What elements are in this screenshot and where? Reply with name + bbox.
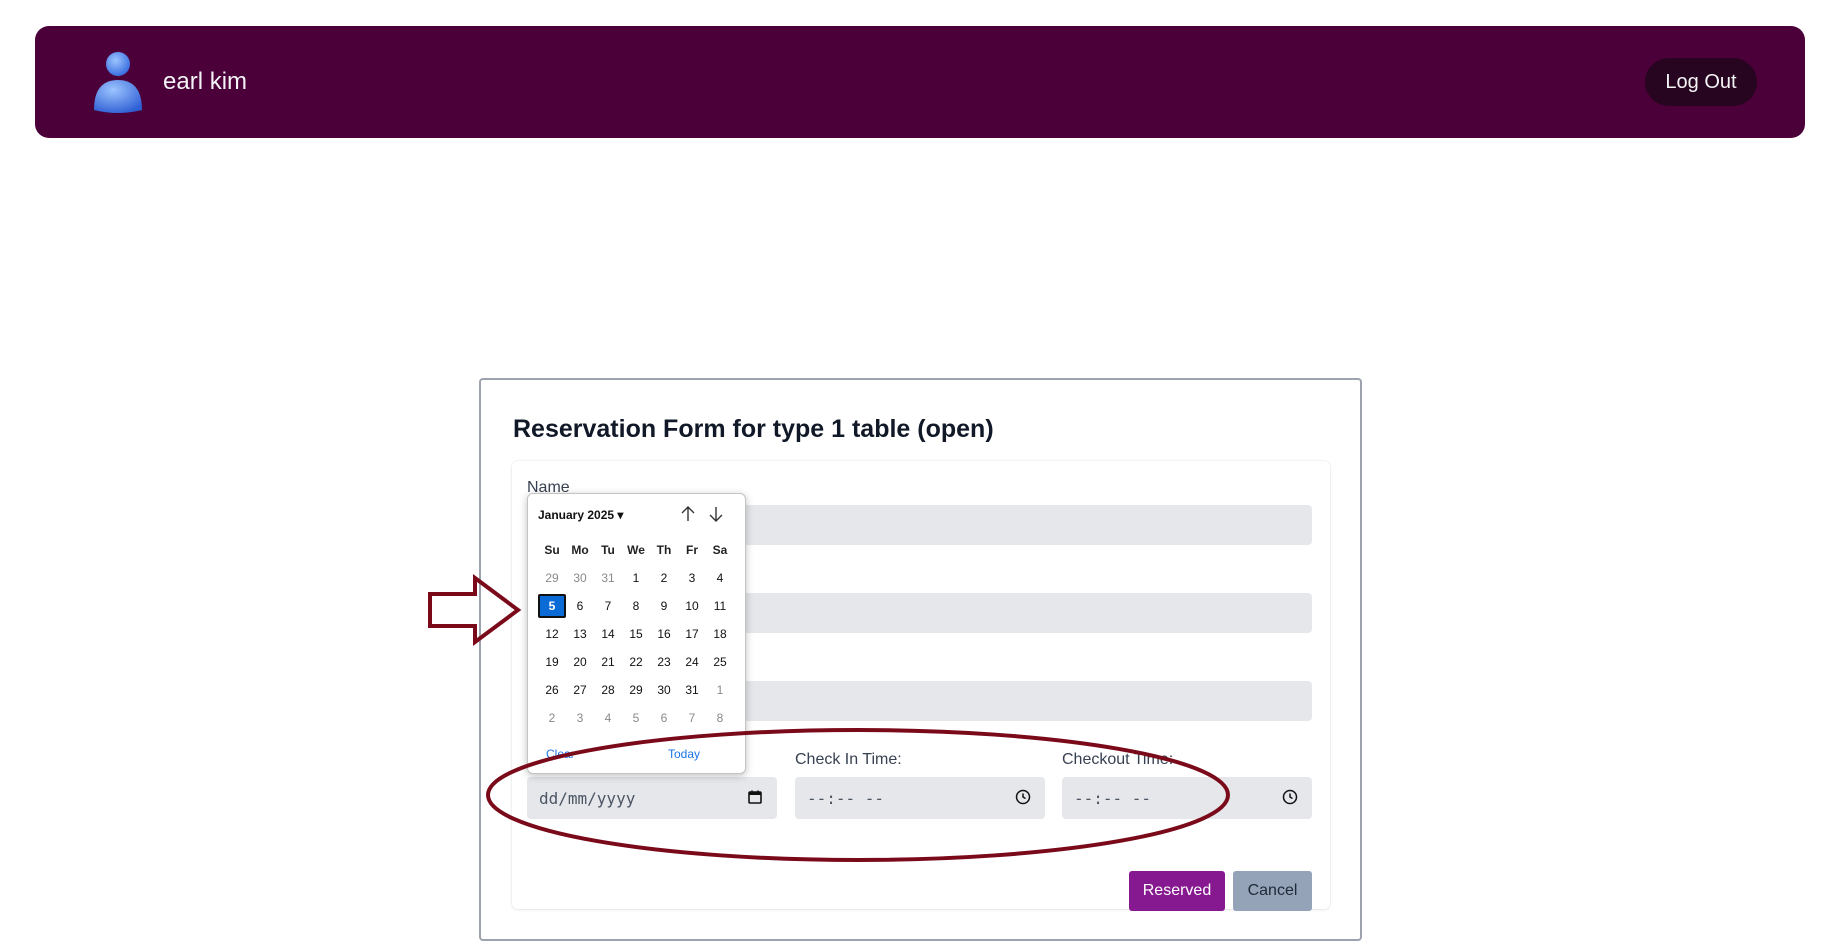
calendar-day[interactable]: 18 — [706, 622, 734, 646]
calendar-day[interactable]: 8 — [622, 594, 650, 618]
calendar-day[interactable]: 2 — [538, 706, 566, 730]
calendar-day[interactable]: 1 — [622, 566, 650, 590]
calendar-day[interactable]: 16 — [650, 622, 678, 646]
calendar-week: 5 6 7 8 9 10 11 — [538, 592, 736, 620]
arrow-down-icon[interactable] — [706, 504, 726, 524]
calendar-day[interactable]: 23 — [650, 650, 678, 674]
calendar-day[interactable]: 5 — [622, 706, 650, 730]
reserve-button[interactable]: Reserved — [1129, 871, 1225, 911]
cancel-button[interactable]: Cancel — [1233, 871, 1312, 911]
month-selector[interactable]: January 2025 ▾ — [538, 508, 623, 522]
calendar-day[interactable]: 7 — [594, 594, 622, 618]
clock-icon[interactable] — [1015, 789, 1031, 805]
calendar-day[interactable]: 30 — [566, 566, 594, 590]
calendar-day[interactable]: 4 — [706, 566, 734, 590]
date-picker-popup: January 2025 ▾ Su Mo Tu We Th Fr Sa 29 30 31 1 2 3 4… — [527, 493, 746, 774]
top-navbar: earl kim Log Out — [35, 26, 1805, 138]
calendar-week: 2345678 — [538, 704, 736, 732]
calendar-day[interactable]: 8 — [706, 706, 734, 730]
weekday-label: Th — [656, 543, 672, 557]
calendar-day[interactable]: 19 — [538, 650, 566, 674]
calendar-day[interactable]: 15 — [622, 622, 650, 646]
calendar-day[interactable]: 12 — [538, 622, 566, 646]
checkin-label: Check In Time: — [795, 751, 902, 768]
calendar-day[interactable]: 10 — [678, 594, 706, 618]
calendar-day[interactable]: 9 — [650, 594, 678, 618]
calendar-day[interactable]: 29 — [622, 678, 650, 702]
calendar-day[interactable]: 31 — [678, 678, 706, 702]
calendar-day[interactable]: 11 — [706, 594, 734, 618]
weekday-label: Sa — [712, 543, 728, 557]
weekday-label: Su — [544, 543, 560, 557]
calendar-day[interactable]: 6 — [566, 594, 594, 618]
calendar-day[interactable]: 24 — [678, 650, 706, 674]
calendar-day[interactable]: 13 — [566, 622, 594, 646]
calendar-day[interactable]: 25 — [706, 650, 734, 674]
calendar-day[interactable]: 6 — [650, 706, 678, 730]
weekday-label: We — [627, 543, 645, 557]
date-placeholder: dd/mm/yyyy — [539, 788, 636, 808]
user-avatar-icon — [91, 50, 145, 114]
calendar-week: 19 20 21 22 23 24 25 — [538, 648, 736, 676]
weekday-label: Fr — [686, 543, 698, 557]
weekday-label: Tu — [601, 543, 615, 557]
calendar-day[interactable]: 28 — [594, 678, 622, 702]
calendar-day[interactable]: 1 — [706, 678, 734, 702]
username: earl kim — [163, 68, 248, 95]
calendar-day[interactable]: 17 — [678, 622, 706, 646]
logout-button[interactable]: Log Out — [1645, 58, 1757, 106]
calendar-day[interactable]: 20 — [566, 650, 594, 674]
calendar-day[interactable]: 21 — [594, 650, 622, 674]
weekday-header: Su Mo Tu We Th Fr Sa — [538, 536, 736, 564]
calendar-day[interactable]: 4 — [594, 706, 622, 730]
month-label: January 2025 — [538, 508, 615, 522]
arrow-up-icon[interactable] — [678, 504, 698, 524]
calendar-icon[interactable] — [747, 789, 763, 805]
calendar-day[interactable]: 31 — [594, 566, 622, 590]
calendar-week: 29 30 31 1 2 3 4 — [538, 564, 736, 592]
calendar-day[interactable]: 22 — [622, 650, 650, 674]
today-link[interactable]: Today — [668, 747, 700, 761]
caret-down-icon: ▾ — [617, 508, 624, 522]
checkin-value: --:-- -- — [807, 788, 885, 808]
calendar-day[interactable]: 29 — [538, 566, 566, 590]
calendar-day[interactable]: 7 — [678, 706, 706, 730]
calendar-day[interactable]: 14 — [594, 622, 622, 646]
checkout-time-input[interactable]: --:-- -- — [1062, 777, 1312, 819]
checkout-value: --:-- -- — [1074, 788, 1152, 808]
checkin-time-input[interactable]: --:-- -- — [795, 777, 1045, 819]
calendar-grid: Su Mo Tu We Th Fr Sa 29 30 31 1 2 3 4 5 6 7 8 9 10 11 12 13 14… — [538, 536, 736, 732]
checkout-label: Checkout Time: — [1062, 751, 1174, 768]
weekday-label: Mo — [571, 543, 589, 557]
calendar-day[interactable]: 27 — [566, 678, 594, 702]
calendar-day[interactable]: 2 — [650, 566, 678, 590]
form-title: Reservation Form for type 1 table (open) — [513, 415, 994, 443]
calendar-day[interactable]: 26 — [538, 678, 566, 702]
calendar-week: 26 27 28 29 30 31 1 — [538, 676, 736, 704]
calendar-day[interactable]: 3 — [566, 706, 594, 730]
date-input[interactable]: dd/mm/yyyy — [527, 777, 777, 819]
calendar-day[interactable]: 3 — [678, 566, 706, 590]
clock-icon[interactable] — [1282, 789, 1298, 805]
clear-link[interactable]: Clear — [546, 747, 575, 761]
calendar-day[interactable]: 5 — [538, 594, 566, 618]
calendar-day[interactable]: 30 — [650, 678, 678, 702]
calendar-week: 12 13 14 15 16 17 18 — [538, 620, 736, 648]
